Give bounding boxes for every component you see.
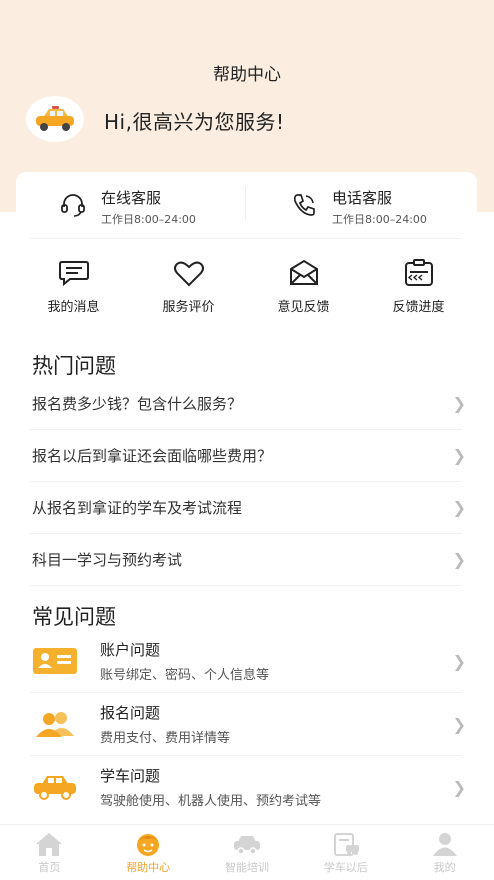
heart-icon bbox=[173, 261, 204, 287]
service-divider bbox=[245, 186, 246, 220]
headset-icon bbox=[61, 194, 85, 217]
page-title: 帮助中心 bbox=[213, 65, 281, 85]
hot-questions-title: 热门问题 bbox=[32, 354, 116, 378]
tab-help-center-label: 帮助中心 bbox=[126, 861, 171, 874]
online-service-hours: 工作日8:00–24:00 bbox=[101, 213, 196, 226]
common-questions-title: 常见问题 bbox=[32, 605, 116, 629]
chevron-right-icon: ❯ bbox=[452, 714, 466, 734]
tab-smart-training-label: 智能培训 bbox=[224, 861, 269, 874]
hot-question-text: 科目一学习与预约考试 bbox=[32, 550, 183, 569]
home-icon bbox=[36, 833, 63, 856]
hot-question-text: 报名以后到拿证还会面临哪些费用？ bbox=[32, 446, 273, 465]
hot-question-item[interactable]: 报名以后到拿证还会面临哪些费用？ ❯ bbox=[32, 429, 466, 481]
tab-profile[interactable]: 我的 bbox=[395, 825, 494, 880]
taxi-mascot-icon bbox=[36, 106, 74, 131]
divider bbox=[30, 238, 462, 239]
chevron-right-icon: ❯ bbox=[452, 497, 466, 517]
chevron-right-icon: ❯ bbox=[452, 651, 466, 671]
tab-smart-training[interactable]: 智能培训 bbox=[198, 825, 297, 880]
quick-actions: 我的消息 服务评价 意见反馈 反馈进度 bbox=[16, 258, 477, 315]
phone-service-label: 电话客服 bbox=[332, 189, 393, 207]
car-icon bbox=[34, 776, 76, 800]
phone-service-hours: 工作日8:00–24:00 bbox=[332, 213, 427, 226]
phone-icon bbox=[293, 194, 315, 216]
category-registration[interactable]: 报名问题 费用支付、费用详情等 ❯ bbox=[32, 693, 466, 755]
tab-help-center[interactable]: 帮助中心 bbox=[99, 825, 198, 880]
chevron-right-icon: ❯ bbox=[452, 445, 466, 465]
after-license-icon bbox=[333, 833, 359, 856]
help-face-icon bbox=[137, 834, 160, 856]
id-card-icon bbox=[33, 648, 77, 674]
chevron-right-icon: ❯ bbox=[452, 777, 466, 797]
clipboard-icon bbox=[404, 259, 433, 286]
divider bbox=[30, 585, 462, 586]
tab-after-license[interactable]: 学车以后 bbox=[296, 825, 395, 880]
hot-question-text: 报名费多少钱？包含什么服务？ bbox=[32, 394, 243, 413]
tab-after-license-label: 学车以后 bbox=[323, 861, 368, 874]
greeting-text: Hi,很高兴为您服务! bbox=[104, 110, 285, 134]
tab-home-label: 首页 bbox=[38, 861, 61, 874]
category-driving[interactable]: 学车问题 驾驶舱使用、机器人使用、预约考试等 ❯ bbox=[32, 756, 466, 818]
hot-question-text: 从报名到拿证的学车及考试流程 bbox=[32, 498, 243, 517]
chevron-right-icon: ❯ bbox=[452, 549, 466, 569]
category-name: 学车问题 bbox=[100, 767, 161, 785]
online-service-button[interactable]: 在线客服 工作日8:00–24:00 bbox=[56, 184, 236, 228]
bottom-tab-bar: 首页 帮助中心 智能培训 学车以后 我的 bbox=[0, 824, 494, 880]
phone-service-button[interactable]: 电话客服 工作日8:00–24:00 bbox=[288, 184, 468, 228]
service-rating-label: 服务评价 bbox=[162, 300, 215, 315]
category-desc: 驾驶舱使用、机器人使用、预约考试等 bbox=[100, 794, 322, 809]
online-service-label: 在线客服 bbox=[101, 189, 162, 207]
my-messages-button[interactable]: 我的消息 bbox=[16, 258, 131, 315]
training-car-icon bbox=[233, 836, 260, 855]
feedback-button[interactable]: 意见反馈 bbox=[246, 258, 361, 315]
chevron-right-icon: ❯ bbox=[452, 393, 466, 413]
tab-profile-label: 我的 bbox=[433, 861, 456, 874]
category-desc: 费用支付、费用详情等 bbox=[100, 731, 231, 746]
tab-home[interactable]: 首页 bbox=[0, 825, 99, 880]
hot-question-item[interactable]: 报名费多少钱？包含什么服务？ ❯ bbox=[32, 377, 466, 429]
category-account[interactable]: 账户问题 账号绑定、密码、个人信息等 ❯ bbox=[32, 630, 466, 692]
category-desc: 账号绑定、密码、个人信息等 bbox=[100, 668, 270, 683]
message-icon bbox=[58, 261, 89, 287]
feedback-progress-label: 反馈进度 bbox=[392, 300, 445, 315]
category-name: 账户问题 bbox=[100, 641, 161, 659]
avatar bbox=[26, 96, 84, 142]
mail-icon bbox=[289, 259, 318, 285]
category-name: 报名问题 bbox=[100, 704, 161, 722]
hot-question-item[interactable]: 从报名到拿证的学车及考试流程 ❯ bbox=[32, 481, 466, 533]
service-rating-button[interactable]: 服务评价 bbox=[131, 258, 246, 315]
my-messages-label: 我的消息 bbox=[47, 300, 100, 315]
feedback-label: 意见反馈 bbox=[277, 300, 330, 315]
hot-question-item[interactable]: 科目一学习与预约考试 ❯ bbox=[32, 533, 466, 585]
profile-icon bbox=[432, 833, 457, 856]
feedback-progress-button[interactable]: 反馈进度 bbox=[361, 258, 476, 315]
users-icon bbox=[36, 712, 74, 737]
